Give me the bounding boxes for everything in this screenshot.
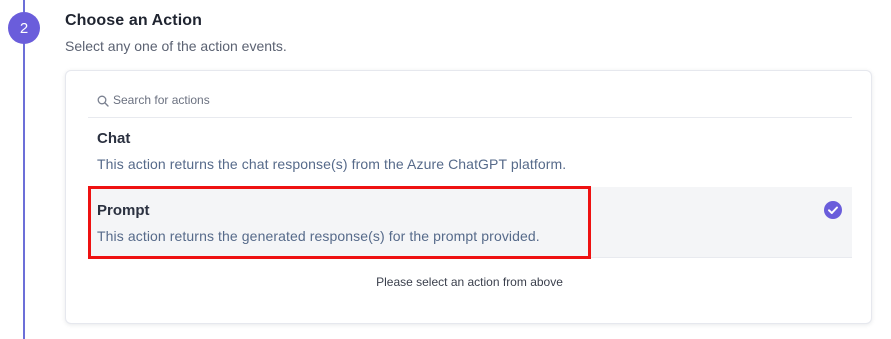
action-option-prompt[interactable]: Prompt This action returns the generated… [88, 187, 852, 258]
search-bar[interactable] [88, 89, 852, 118]
search-icon [97, 94, 109, 107]
action-description: This action returns the generated respon… [97, 228, 540, 244]
select-action-hint: Please select an action from above [376, 275, 563, 289]
search-input[interactable] [113, 93, 413, 107]
action-title: Chat [97, 130, 131, 147]
choose-action-step: 2 Choose an Action Select any one of the… [0, 0, 891, 339]
action-description: This action returns the chat response(s)… [97, 156, 567, 172]
section-title: Choose an Action [65, 12, 203, 29]
step-number-badge: 2 [8, 12, 40, 44]
check-circle-icon [824, 201, 842, 219]
action-list-card: Chat This action returns the chat respon… [65, 70, 872, 324]
action-option-chat[interactable]: Chat This action returns the chat respon… [88, 119, 852, 185]
step-connector-line [23, 0, 25, 339]
section-subtitle: Select any one of the action events. [65, 38, 287, 54]
action-title: Prompt [97, 202, 150, 219]
